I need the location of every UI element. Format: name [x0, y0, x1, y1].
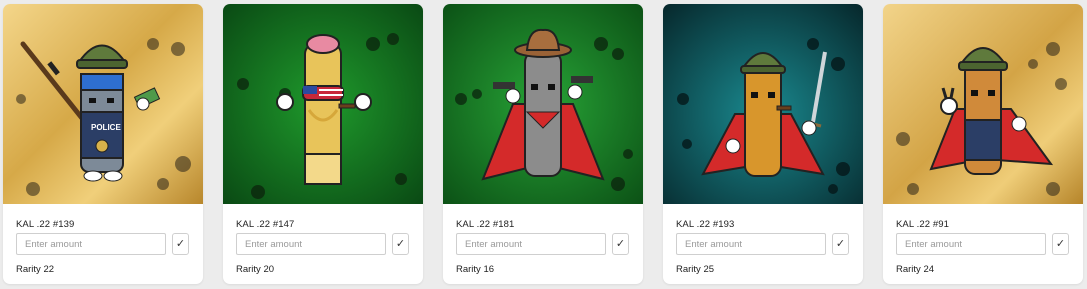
- nft-name: KAL .22 #139: [16, 219, 75, 230]
- amount-input[interactable]: [896, 233, 1046, 255]
- confirm-button[interactable]: ✓: [392, 233, 409, 255]
- rarity-label: Rarity 20: [236, 264, 275, 275]
- amount-input[interactable]: [676, 233, 826, 255]
- nft-image[interactable]: [443, 4, 643, 204]
- nft-card-info: KAL .22 #139 ✓ Rarity 22: [3, 204, 203, 284]
- amount-input[interactable]: [16, 233, 166, 255]
- nft-name: KAL .22 #91: [896, 219, 950, 230]
- nft-name: KAL .22 #193: [676, 219, 735, 230]
- nft-card-info: KAL .22 #193 ✓ Rarity 25: [663, 204, 863, 284]
- nft-image[interactable]: [663, 4, 863, 204]
- nft-card-info: KAL .22 #91 ✓ Rarity 24: [883, 204, 1083, 284]
- nft-card[interactable]: KAL .22 #91 ✓ Rarity 24: [883, 4, 1083, 284]
- nft-card[interactable]: KAL .22 #181 ✓ Rarity 16: [443, 4, 643, 284]
- nft-card[interactable]: KAL .22 #193 ✓ Rarity 25: [663, 4, 863, 284]
- nft-card[interactable]: POLICE KAL .22 #139 ✓ Rarity 22: [3, 4, 203, 284]
- nft-name: KAL .22 #181: [456, 219, 515, 230]
- nft-card-row: POLICE KAL .22 #139 ✓ Rarity 22: [0, 0, 1087, 289]
- nft-card[interactable]: KAL .22 #147 ✓ Rarity 20: [223, 4, 423, 284]
- confirm-button[interactable]: ✓: [1052, 233, 1069, 255]
- rarity-label: Rarity 24: [896, 264, 935, 275]
- nft-image[interactable]: POLICE: [3, 4, 203, 204]
- rarity-label: Rarity 16: [456, 264, 495, 275]
- nft-card-info: KAL .22 #181 ✓ Rarity 16: [443, 204, 643, 284]
- rarity-label: Rarity 25: [676, 264, 715, 275]
- amount-input[interactable]: [236, 233, 386, 255]
- nft-card-info: KAL .22 #147 ✓ Rarity 20: [223, 204, 423, 284]
- amount-input[interactable]: [456, 233, 606, 255]
- nft-name: KAL .22 #147: [236, 219, 295, 230]
- confirm-button[interactable]: ✓: [832, 233, 849, 255]
- nft-image[interactable]: [883, 4, 1083, 204]
- rarity-label: Rarity 22: [16, 264, 55, 275]
- confirm-button[interactable]: ✓: [172, 233, 189, 255]
- svg-text:POLICE: POLICE: [91, 123, 121, 132]
- nft-image[interactable]: [223, 4, 423, 204]
- confirm-button[interactable]: ✓: [612, 233, 629, 255]
